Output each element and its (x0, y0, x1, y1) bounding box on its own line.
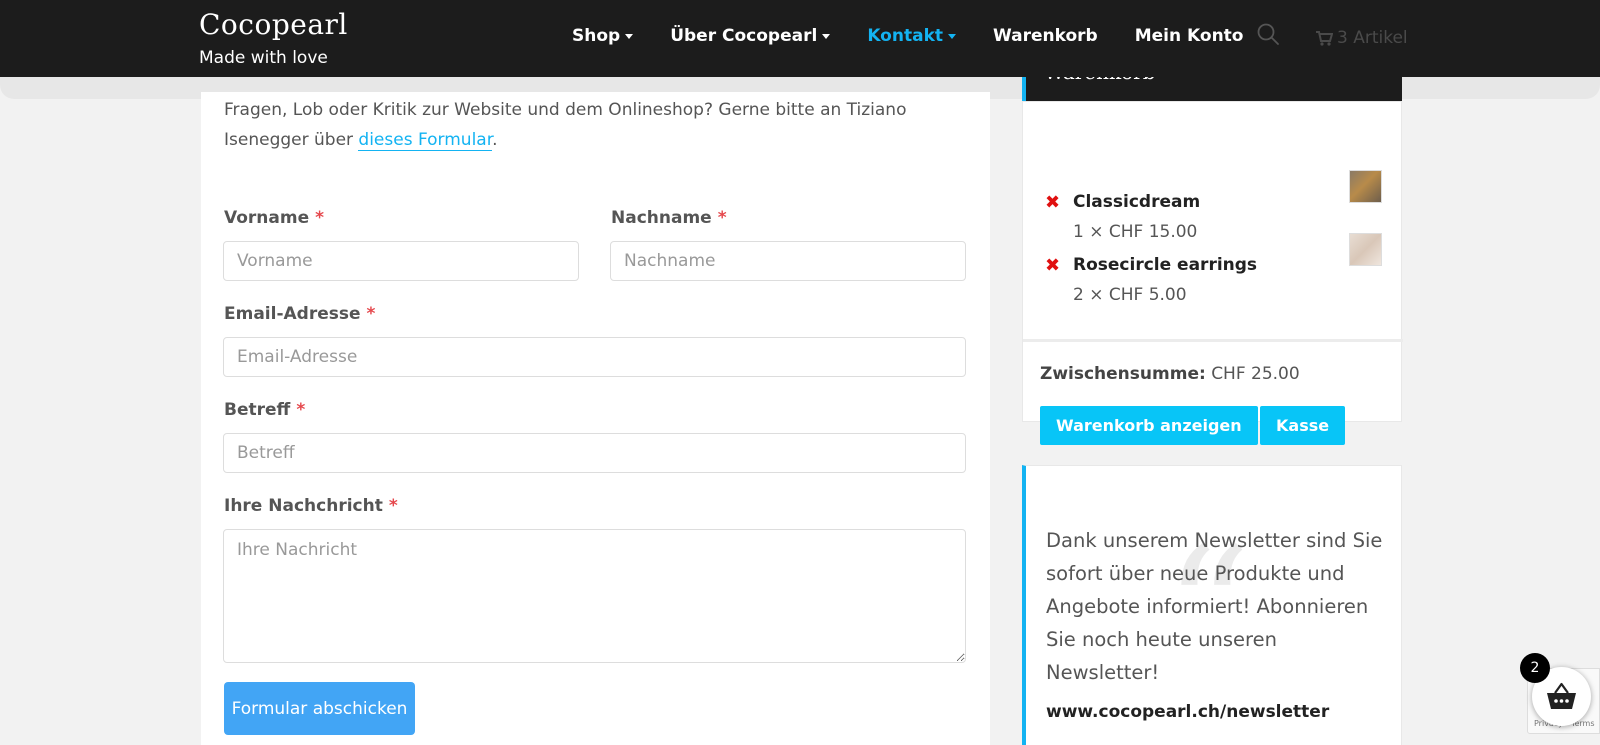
newsletter-text: Dank unserem Newsletter sind Sie sofort … (1046, 529, 1383, 684)
chevron-down-icon (948, 33, 956, 39)
nav-item-mein-konto[interactable]: Mein Konto (1135, 26, 1244, 46)
cart-item-thumbnail[interactable] (1349, 170, 1382, 203)
floating-cart-badge: 2 (1520, 653, 1550, 683)
contact-card: Fragen, Lob oder Kritik zur Website und … (201, 92, 990, 745)
nav-label: Kontakt (867, 26, 943, 46)
nav-item-warenkorb[interactable]: Warenkorb (993, 26, 1098, 46)
message-label: Ihre Nachchricht * (224, 496, 398, 516)
required-marker: * (717, 208, 727, 228)
contact-intro: Fragen, Lob oder Kritik zur Website und … (224, 95, 924, 155)
required-marker: * (296, 400, 306, 420)
cart-item-thumbnail[interactable] (1349, 233, 1382, 266)
main-nav: Shop Über Cocopearl Kontakt Warenkorb Me… (572, 26, 1280, 46)
subject-label: Betreff * (224, 400, 305, 420)
label-text: Nachname (611, 208, 712, 228)
submit-button[interactable]: Formular abschicken (224, 682, 415, 735)
required-marker: * (366, 304, 376, 324)
lastname-input[interactable] (610, 241, 966, 281)
cart-widget: Warenkorb ✖ Classicdream 1 × CHF 15.00 ✖… (1022, 60, 1403, 445)
email-label: Email-Adresse * (224, 304, 375, 324)
label-text: Vorname (224, 208, 310, 228)
cart-item-qty: 2 × CHF 5.00 (1073, 285, 1187, 305)
header-cart-count: 3 Artikel (1337, 28, 1408, 48)
cart-item-name[interactable]: Rosecircle earrings (1073, 255, 1257, 275)
nav-item-ueber-cocopearl[interactable]: Über Cocopearl (670, 26, 831, 46)
label-text: Email-Adresse (224, 304, 361, 324)
nav-item-kontakt[interactable]: Kontakt (867, 26, 956, 46)
nav-label: Shop (572, 26, 621, 46)
site-header: Cocopearl Made with love Shop Über Cocop… (0, 0, 1600, 77)
cart-subtotal: Zwischensumme: CHF 25.00 (1040, 364, 1300, 384)
chevron-down-icon (625, 33, 634, 39)
label-text: Betreff (224, 400, 291, 420)
intro-end: . (492, 130, 498, 150)
firstname-input[interactable] (223, 241, 579, 281)
chevron-down-icon (822, 33, 831, 39)
cart-item-qty: 1 × CHF 15.00 (1073, 222, 1198, 242)
message-textarea[interactable] (223, 529, 966, 663)
site-tagline: Made with love (199, 48, 328, 68)
remove-item-icon[interactable]: ✖ (1045, 257, 1060, 275)
nav-label: Warenkorb (993, 26, 1098, 46)
lastname-label: Nachname * (611, 208, 727, 228)
newsletter-widget: “ Dank unserem Newsletter sind Sie sofor… (1022, 465, 1402, 745)
checkout-button[interactable]: Kasse (1260, 406, 1346, 445)
newsletter-link[interactable]: www.cocopearl.ch/newsletter (1046, 702, 1329, 722)
nav-label: Mein Konto (1134, 26, 1244, 46)
intro-text: Fragen, Lob oder Kritik zur Website und … (224, 100, 907, 150)
nav-item-shop[interactable]: Shop (572, 26, 634, 46)
header-cart-link[interactable]: 3 Artikel (1316, 28, 1408, 48)
nav-label: Über Cocopearl (670, 26, 818, 46)
cart-divider (1023, 339, 1403, 342)
remove-item-icon[interactable]: ✖ (1045, 194, 1060, 212)
subtotal-label: Zwischensumme: (1040, 364, 1206, 384)
site-logo[interactable]: Cocopearl (199, 8, 348, 41)
subject-input[interactable] (223, 433, 966, 473)
firstname-label: Vorname * (224, 208, 324, 228)
cart-item-name[interactable]: Classicdream (1073, 192, 1200, 212)
required-marker: * (315, 208, 324, 228)
cart-widget-body: ✖ Classicdream 1 × CHF 15.00 ✖ Rosecircl… (1022, 101, 1403, 445)
email-input[interactable] (223, 337, 966, 377)
subtotal-value: CHF 25.00 (1211, 364, 1300, 384)
search-icon[interactable] (1256, 22, 1280, 46)
view-cart-button[interactable]: Warenkorb anzeigen (1040, 406, 1258, 445)
basket-icon (1547, 682, 1576, 709)
form-link[interactable]: dieses Formular (358, 130, 493, 151)
cart-icon (1316, 30, 1333, 46)
required-marker: * (388, 496, 398, 516)
label-text: Ihre Nachchricht (224, 496, 383, 516)
